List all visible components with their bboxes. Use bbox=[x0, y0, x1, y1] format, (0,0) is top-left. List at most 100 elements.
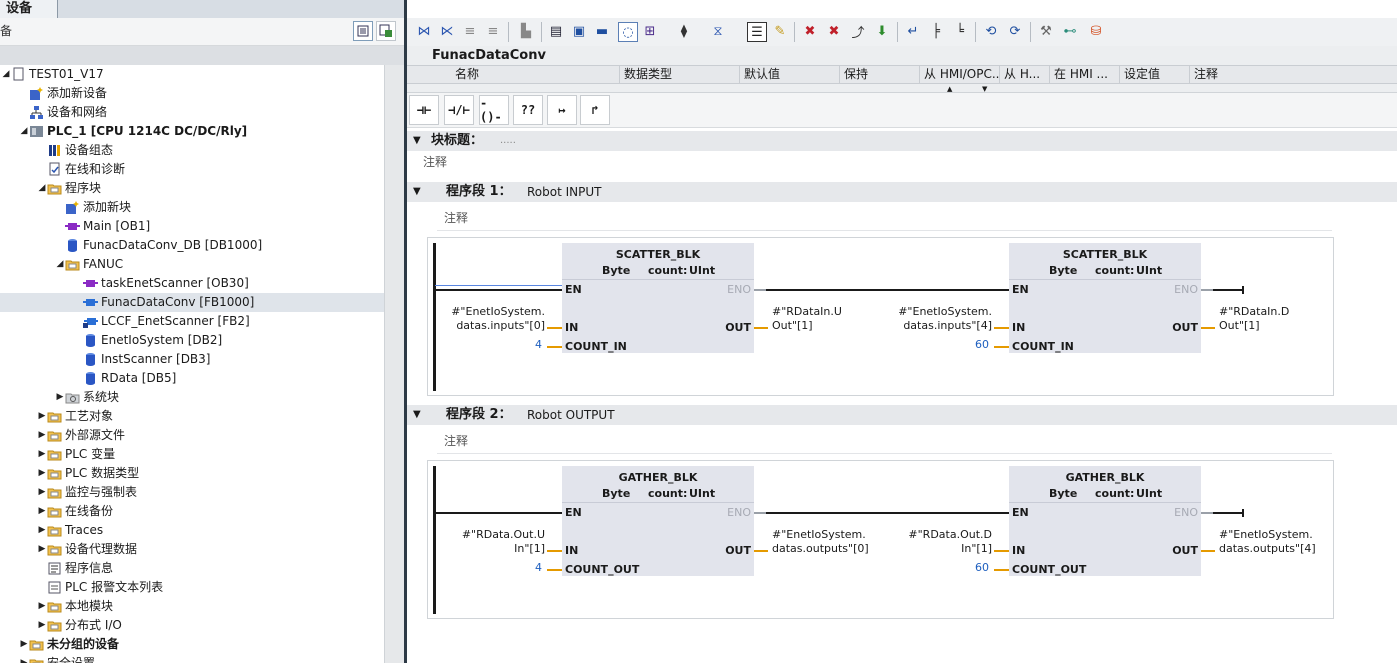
tree-item[interactable]: ◢ TEST01_V17 bbox=[0, 65, 384, 84]
tree-item[interactable]: 添加新块 bbox=[0, 198, 384, 217]
collapse-arrow-icon[interactable]: ◢ bbox=[55, 255, 65, 274]
column-data-type[interactable]: 数据类型 bbox=[620, 66, 740, 83]
tree-item[interactable]: ▶ PLC 变量 bbox=[0, 445, 384, 464]
instruction-box[interactable]: GATHER_BLK Byte count: UInt EN ENO IN OUT COUNT_… bbox=[562, 466, 754, 576]
edit-icon[interactable]: ✎ bbox=[771, 22, 789, 40]
tree-item[interactable]: ▶ PLC 数据类型 bbox=[0, 464, 384, 483]
column-retain[interactable]: 保持 bbox=[840, 66, 920, 83]
count-constant[interactable]: 60 bbox=[959, 561, 989, 574]
in-operand-line1[interactable]: #"EnetIoSystem. bbox=[437, 305, 545, 319]
compare-icon[interactable]: ⟲ bbox=[982, 22, 1000, 40]
column-from-hmi[interactable]: 从 HMI/OPC... bbox=[920, 66, 1000, 83]
tree-item[interactable]: taskEnetScanner [OB30] bbox=[0, 274, 384, 293]
network-1-header[interactable]: ▼ 程序段 1： Robot INPUT bbox=[407, 182, 1397, 202]
in-operand-line2[interactable]: In"[1] bbox=[437, 542, 545, 556]
in-operand-line2[interactable]: In"[1] bbox=[884, 542, 992, 556]
display-options-icon[interactable]: ☰ bbox=[747, 22, 767, 42]
normally-open-contact-button[interactable]: ⊣⊢ bbox=[409, 95, 439, 125]
collapse-arrow-icon[interactable]: ▼ bbox=[413, 131, 421, 151]
count-constant[interactable]: 60 bbox=[959, 338, 989, 351]
absolute-symbolic-icon[interactable]: ▤ bbox=[547, 22, 565, 40]
collapse-arrow-icon[interactable]: ◢ bbox=[19, 122, 29, 141]
collapse-arrow-icon[interactable]: ▼ bbox=[413, 182, 421, 202]
stop-icon[interactable]: ⛁ bbox=[1087, 22, 1105, 40]
jump-icon[interactable]: ▙ bbox=[517, 22, 535, 40]
expand-arrow-icon[interactable]: ▶ bbox=[37, 616, 47, 635]
out-operand-line2[interactable]: datas.outputs"[0] bbox=[772, 542, 869, 556]
block-title-value[interactable]: ..... bbox=[500, 131, 516, 151]
count-constant[interactable]: 4 bbox=[512, 338, 542, 351]
goto-icon[interactable]: ⤴ bbox=[849, 22, 867, 41]
column-in-hmi[interactable]: 在 HMI ... bbox=[1050, 66, 1120, 83]
in-operand-line1[interactable]: #"EnetIoSystem. bbox=[884, 305, 992, 319]
delete-network-icon[interactable]: ⋉ bbox=[438, 22, 456, 40]
expand-arrow-icon[interactable]: ▶ bbox=[37, 483, 47, 502]
tree-item[interactable]: Main [OB1] bbox=[0, 217, 384, 236]
expand-arrow-icon[interactable]: ▶ bbox=[55, 388, 65, 407]
in-operand-line1[interactable]: #"RData.Out.U bbox=[437, 528, 545, 542]
tree-item[interactable]: FunacDataConv_DB [DB1000] bbox=[0, 236, 384, 255]
tree-item[interactable]: 设备组态 bbox=[0, 141, 384, 160]
close-all-networks-icon[interactable]: ▬ bbox=[593, 22, 611, 40]
count-constant[interactable]: 4 bbox=[512, 561, 542, 574]
column-from-h[interactable]: 从 H... bbox=[1000, 66, 1050, 83]
expand-arrow-icon[interactable]: ▶ bbox=[37, 597, 47, 616]
devices-tab[interactable]: 设备 bbox=[0, 0, 58, 18]
error-next-icon[interactable]: ✖ bbox=[825, 22, 843, 40]
column-name[interactable]: 名称 bbox=[451, 66, 620, 83]
instruction-box[interactable]: SCATTER_BLK Byte count: UInt EN ENO IN OUT COUNT… bbox=[562, 243, 754, 353]
collapse-arrow-icon[interactable]: ◢ bbox=[37, 179, 47, 198]
show-comments-icon[interactable]: ◌ bbox=[618, 22, 638, 42]
step-over-icon[interactable]: ╞ bbox=[927, 22, 945, 40]
expand-arrow-icon[interactable]: ▶ bbox=[37, 502, 47, 521]
download-icon[interactable]: ⬇ bbox=[873, 22, 891, 40]
close-branch-button[interactable]: ↱ bbox=[580, 95, 610, 125]
coil-button[interactable]: -()- bbox=[479, 95, 509, 125]
out-operand-line1[interactable]: #"EnetIoSystem. bbox=[1219, 528, 1313, 542]
expand-arrow-icon[interactable]: ▶ bbox=[37, 521, 47, 540]
tree-item[interactable]: ▶ 安全设置 bbox=[0, 654, 384, 663]
tree-item[interactable]: 在线和诊断 bbox=[0, 160, 384, 179]
tree-item[interactable]: ▶ Traces bbox=[0, 521, 384, 540]
out-operand-line2[interactable]: Out"[1] bbox=[1219, 319, 1260, 333]
collapse-arrow-icon[interactable]: ◢ bbox=[1, 65, 11, 84]
network-1-comment[interactable]: 注释 bbox=[444, 209, 468, 226]
tree-item[interactable]: ▶ 未分组的设备 bbox=[0, 635, 384, 654]
in-operand-line2[interactable]: datas.inputs"[0] bbox=[437, 319, 545, 333]
network-2-header[interactable]: ▼ 程序段 2： Robot OUTPUT bbox=[407, 405, 1397, 425]
open-all-networks-icon[interactable]: ▣ bbox=[570, 22, 588, 40]
tree-item[interactable]: ◢ FANUC bbox=[0, 255, 384, 274]
tree-item[interactable]: ▶ 外部源文件 bbox=[0, 426, 384, 445]
collapse-arrow-icon[interactable]: ▼ bbox=[413, 405, 421, 425]
column-setpoint[interactable]: 设定值 bbox=[1120, 66, 1190, 83]
tree-item[interactable]: ▶ 工艺对象 bbox=[0, 407, 384, 426]
expand-arrow-icon[interactable]: ▶ bbox=[37, 426, 47, 445]
tree-item[interactable]: RData [DB5] bbox=[0, 369, 384, 388]
expand-arrow-icon[interactable]: ▶ bbox=[37, 407, 47, 426]
interface-splitter[interactable]: ▲ ▼ bbox=[407, 84, 1397, 93]
out-operand-line1[interactable]: #"EnetIoSystem. bbox=[772, 528, 866, 542]
tree-item[interactable]: PLC 报警文本列表 bbox=[0, 578, 384, 597]
tree-item[interactable]: LCCF_EnetScanner [FB2] bbox=[0, 312, 384, 331]
tools-icon[interactable]: ⚒ bbox=[1037, 22, 1055, 40]
tree-item[interactable]: InstScanner [DB3] bbox=[0, 350, 384, 369]
splitter-down-icon[interactable]: ▼ bbox=[982, 85, 987, 93]
instruction-box[interactable]: GATHER_BLK Byte count: UInt EN ENO IN OUT COUNT_… bbox=[1009, 466, 1201, 576]
add-row-icon[interactable]: ≡ bbox=[484, 22, 502, 40]
expand-arrow-icon[interactable]: ▶ bbox=[37, 540, 47, 559]
refresh-icon[interactable]: ⟳ bbox=[1006, 22, 1024, 40]
block-comment[interactable]: 注释 bbox=[423, 153, 447, 170]
network-2-subtitle[interactable]: Robot OUTPUT bbox=[527, 405, 615, 425]
expand-arrow-icon[interactable]: ▶ bbox=[37, 445, 47, 464]
insert-network-icon[interactable]: ⋈ bbox=[415, 22, 433, 40]
tree-item[interactable]: 添加新设备 bbox=[0, 84, 384, 103]
detail-view-icon[interactable] bbox=[376, 21, 396, 41]
insert-row-icon[interactable]: ≡ bbox=[461, 22, 479, 40]
out-operand-line2[interactable]: datas.outputs"[4] bbox=[1219, 542, 1316, 556]
network-2-comment[interactable]: 注释 bbox=[444, 432, 468, 449]
tree-item[interactable]: ▶ 在线备份 bbox=[0, 502, 384, 521]
block-title-bar[interactable]: ▼ 块标题： ..... bbox=[407, 131, 1397, 151]
tree-item[interactable]: ◢ PLC_1 [CPU 1214C DC/DC/Rly] bbox=[0, 122, 384, 141]
step-into-icon[interactable]: ╘ bbox=[951, 22, 969, 40]
tree-item[interactable]: EnetIoSystem [DB2] bbox=[0, 331, 384, 350]
